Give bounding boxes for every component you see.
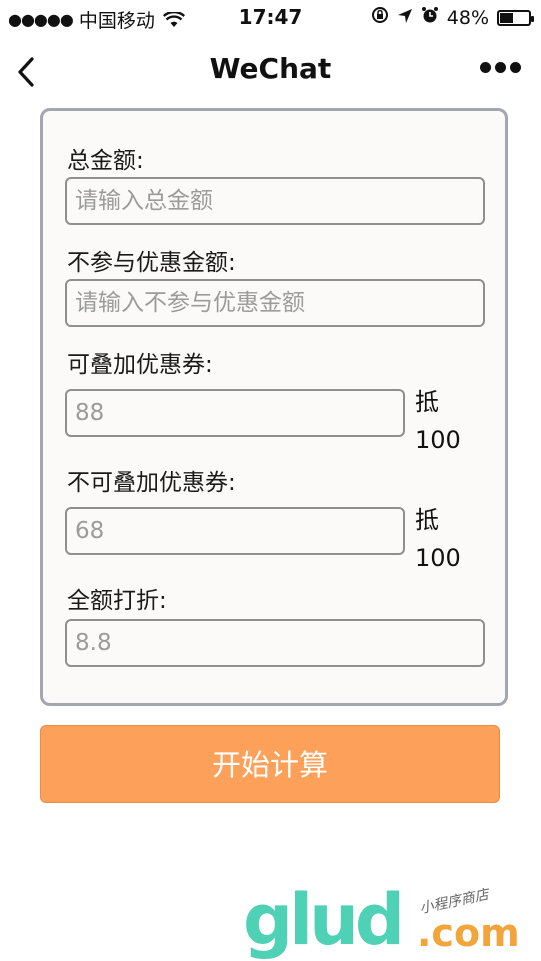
- discount-input[interactable]: [65, 619, 485, 667]
- battery-icon: [497, 9, 534, 26]
- stackable-coupon-input[interactable]: [65, 389, 405, 437]
- more-dots-icon[interactable]: [480, 62, 521, 73]
- watermark-domain: .com: [417, 911, 520, 955]
- watermark-logo: glud .com 小程序商店: [243, 885, 533, 955]
- excluded-amount-input[interactable]: [65, 279, 485, 327]
- offset-value: 100: [415, 544, 461, 572]
- watermark-brand: glud: [243, 879, 405, 961]
- nav-bar: WeChat: [0, 36, 541, 106]
- discount-label: 全额打折:: [67, 588, 167, 614]
- nonstackable-coupon-suffix: 抵 100: [415, 501, 461, 577]
- battery-fill: [500, 12, 513, 23]
- status-bar: ●●●●● 中国移动 17:47 48%: [0, 0, 541, 36]
- alarm-clock-icon: [421, 6, 439, 29]
- start-calculate-button[interactable]: 开始计算: [40, 725, 500, 803]
- location-arrow-icon: [397, 7, 413, 29]
- stackable-coupon-label: 可叠加优惠券:: [67, 352, 213, 378]
- nonstackable-coupon-input[interactable]: [65, 507, 405, 555]
- nonstackable-coupon-label: 不可叠加优惠券:: [67, 470, 236, 496]
- offset-value: 100: [415, 426, 461, 454]
- dot: [495, 62, 506, 73]
- total-amount-input[interactable]: [65, 177, 485, 225]
- status-right: 48%: [371, 6, 534, 29]
- dot: [480, 62, 491, 73]
- orientation-lock-icon: [371, 6, 389, 29]
- battery-percent: 48%: [446, 6, 489, 29]
- stackable-coupon-suffix: 抵 100: [415, 383, 461, 459]
- calculator-form: 总金额: 不参与优惠金额: 可叠加优惠券: 抵 100 不可叠加优惠券: 抵 1…: [40, 108, 508, 706]
- offset-char: 抵: [415, 506, 439, 534]
- page-title: WeChat: [209, 52, 332, 85]
- dot: [510, 62, 521, 73]
- offset-char: 抵: [415, 388, 439, 416]
- excluded-amount-label: 不参与优惠金额:: [67, 250, 236, 276]
- total-amount-label: 总金额:: [67, 148, 144, 174]
